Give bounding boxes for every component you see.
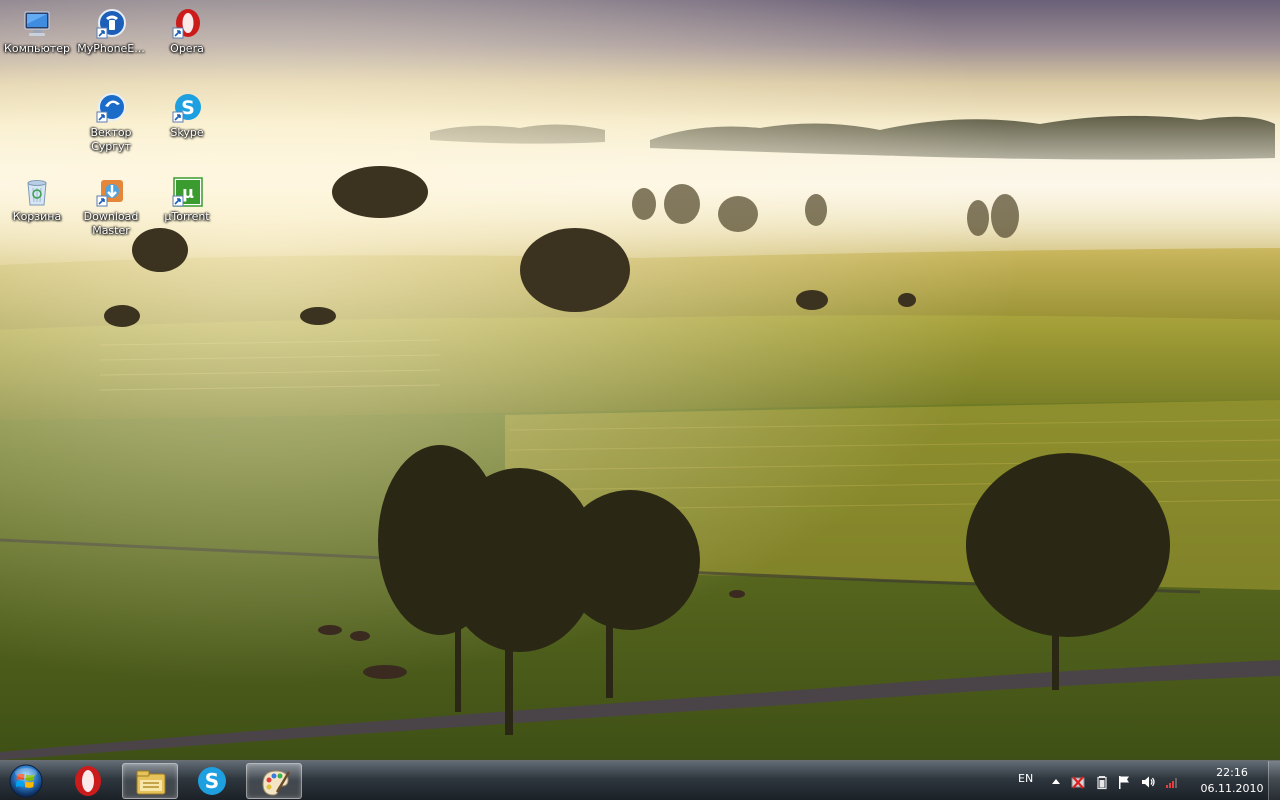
vector-surgut-icon (96, 93, 126, 123)
desktop-icon-skype[interactable]: S Skype (150, 86, 224, 140)
desktop[interactable]: Компьютер MyPhoneE... Opera Вектор Сургу… (0, 0, 1280, 760)
show-desktop-button[interactable] (1268, 761, 1280, 801)
start-button[interactable] (4, 763, 48, 799)
signal-strength-icon[interactable] (1164, 774, 1180, 790)
desktop-icon-label: Download Master (83, 210, 139, 237)
show-hidden-icons-arrow-icon[interactable] (1048, 774, 1064, 790)
desktop-icon-computer[interactable]: Компьютер (0, 2, 74, 56)
svg-text:S: S (205, 769, 219, 793)
utorrent-icon: µ (172, 177, 203, 207)
svg-text:µ: µ (182, 183, 194, 202)
skype-icon: S (172, 94, 201, 123)
desktop-icon-label: Корзина (12, 210, 62, 223)
network-blocked-icon[interactable] (1070, 774, 1086, 790)
desktop-icon-recycle-bin[interactable]: Корзина (0, 170, 74, 224)
desktop-icon-label: µTorrent (164, 210, 210, 223)
desktop-icon-label: Компьютер (4, 42, 70, 55)
language-indicator[interactable]: EN (1018, 772, 1033, 785)
download-master-icon (96, 180, 123, 207)
taskbar-button-paint[interactable] (246, 763, 302, 799)
action-center-flag-icon[interactable] (1116, 774, 1132, 790)
recycle-bin-icon (27, 180, 47, 206)
taskbar: S EN 22:16 06.11.2010 (0, 760, 1280, 801)
desktop-icon-label: Вектор Сургут (90, 126, 132, 153)
paint-icon (262, 770, 291, 796)
clock-date: 06.11.2010 (1200, 782, 1264, 795)
clock-time: 22:16 (1216, 766, 1248, 779)
computer-icon (24, 11, 50, 36)
myphoneexplorer-icon (96, 9, 126, 39)
clock[interactable]: 22:16 06.11.2010 (1196, 765, 1268, 797)
desktop-icon-label: Opera (170, 42, 204, 55)
desktop-icon-vector-surgut[interactable]: Вектор Сургут (74, 86, 148, 154)
desktop-icon-label: MyPhoneE... (77, 42, 145, 55)
battery-icon[interactable] (1094, 774, 1110, 790)
volume-icon[interactable] (1140, 774, 1156, 790)
desktop-icon-download-master[interactable]: Download Master (74, 170, 148, 238)
desktop-icon-label: Skype (170, 126, 204, 139)
notification-area: EN 22:16 06.11.2010 (1000, 761, 1280, 801)
windows-explorer-icon (136, 770, 166, 795)
skype-icon: S (198, 767, 226, 795)
opera-icon (172, 9, 200, 39)
taskbar-button-opera[interactable] (60, 763, 116, 799)
opera-icon (75, 766, 101, 796)
taskbar-button-skype[interactable]: S (184, 763, 240, 799)
desktop-icon-opera[interactable]: Opera (150, 2, 224, 56)
desktop-icon-utorrent[interactable]: µ µTorrent (150, 170, 224, 224)
taskbar-button-explorer[interactable] (122, 763, 178, 799)
windows-start-icon (9, 764, 43, 798)
desktop-icon-myphoneexplorer[interactable]: MyPhoneE... (74, 2, 148, 56)
